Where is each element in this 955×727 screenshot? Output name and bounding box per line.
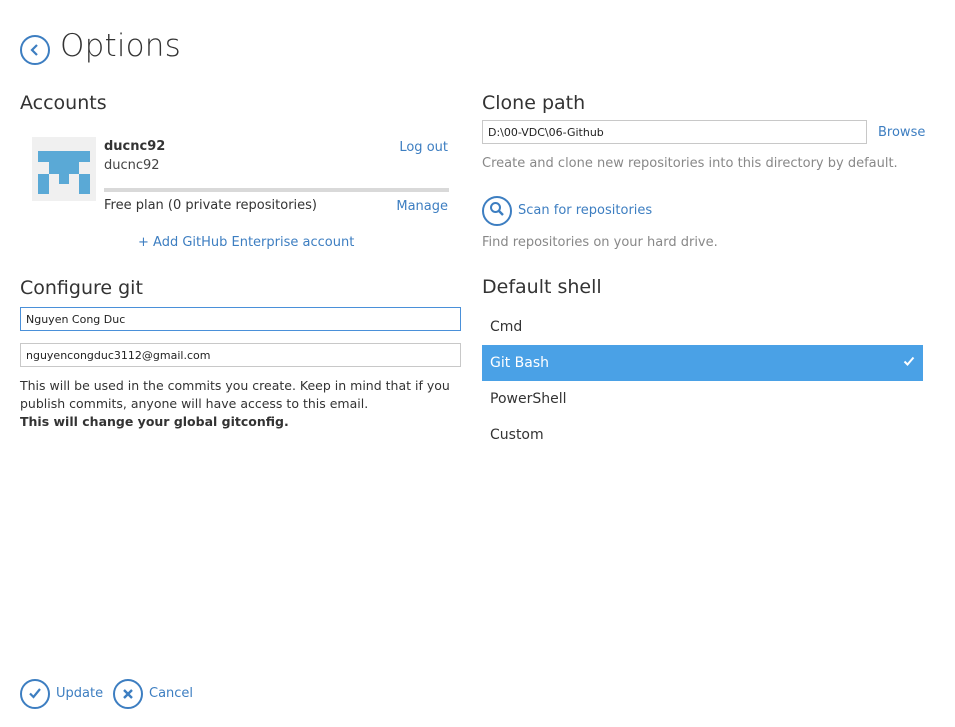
clone-path-section-title: Clone path [482,92,586,114]
search-icon [489,201,505,221]
git-config-warning: This will change your global gitconfig. [20,414,289,429]
scan-description: Find repositories on your hard drive. [482,235,718,250]
git-email-field[interactable] [20,343,461,367]
check-icon [903,345,915,381]
clone-path-description: Create and clone new repositories into t… [482,156,898,171]
configure-git-section-title: Configure git [20,277,143,299]
close-icon [122,685,134,704]
back-button[interactable] [20,35,50,65]
git-config-note-text: This will be used in the commits you cre… [20,378,450,411]
update-label[interactable]: Update [56,686,103,701]
chevron-left-icon [30,41,40,60]
shell-option-label: PowerShell [490,391,567,407]
shell-option-label: Custom [490,427,544,443]
add-enterprise-account-link[interactable]: + Add GitHub Enterprise account [138,235,354,250]
scan-repositories-link[interactable]: Scan for repositories [518,203,652,218]
git-config-note: This will be used in the commits you cre… [20,377,465,431]
default-shell-section-title: Default shell [482,276,602,298]
shell-list: Cmd Git Bash PowerShell Custom [482,309,923,453]
shell-option-git-bash[interactable]: Git Bash [482,345,923,381]
browse-link[interactable]: Browse [878,125,925,140]
logout-link[interactable]: Log out [399,140,448,155]
cancel-label[interactable]: Cancel [149,686,193,701]
manage-link[interactable]: Manage [396,199,448,214]
check-icon [28,685,42,704]
avatar [32,137,96,201]
plan-text: Free plan (0 private repositories) [104,198,317,213]
git-name-field[interactable] [20,307,461,331]
shell-option-cmd[interactable]: Cmd [482,309,923,345]
shell-option-custom[interactable]: Custom [482,417,923,453]
cancel-button[interactable] [113,679,143,709]
update-button[interactable] [20,679,50,709]
account-login: ducnc92 [104,158,160,173]
plan-usage-bar [104,188,449,192]
scan-repositories-button[interactable] [482,196,512,226]
shell-option-label: Cmd [490,319,523,335]
accounts-section-title: Accounts [20,92,107,114]
page-title: Options [60,28,182,64]
shell-option-powershell[interactable]: PowerShell [482,381,923,417]
clone-path-field[interactable] [482,120,867,144]
account-name: ducnc92 [104,139,166,154]
shell-option-label: Git Bash [490,355,550,371]
